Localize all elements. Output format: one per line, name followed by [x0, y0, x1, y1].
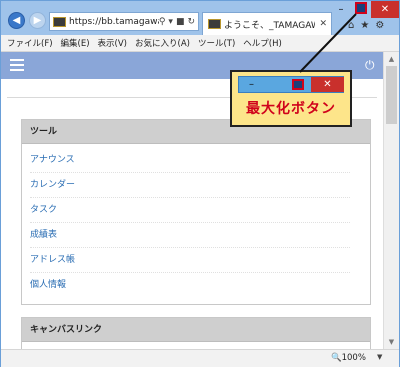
scroll-up-icon[interactable]: ▲	[384, 52, 399, 66]
link-personal-info[interactable]: 個人情報	[30, 280, 66, 290]
menu-bar: ファイル(F) 編集(E) 表示(V) お気に入り(A) ツール(T) ヘルプ(…	[1, 35, 399, 52]
scroll-down-icon[interactable]: ▼	[384, 335, 399, 349]
tools-link-list: アナウンス カレンダー タスク 成績表 アドレス帳 個人情報	[22, 144, 370, 298]
vertical-scrollbar[interactable]: ▲ ▼	[383, 52, 399, 349]
list-item: カレンダー	[30, 173, 350, 198]
minimize-button[interactable]: –	[331, 1, 351, 18]
list-item: アドレス帳	[30, 248, 350, 273]
forward-arrow-icon[interactable]: ▶	[29, 12, 46, 29]
zoom-value: 100%	[341, 353, 366, 363]
tab-favicon-icon	[208, 19, 221, 29]
list-item: アナウンス	[30, 148, 350, 173]
zoom-icon: 🔍	[331, 353, 342, 363]
scroll-thumb[interactable]	[386, 66, 397, 124]
status-bar: 🔍100% ▼	[1, 349, 399, 367]
gear-icon[interactable]: ⚙	[375, 20, 384, 31]
link-grades[interactable]: 成績表	[30, 230, 57, 240]
home-icon[interactable]: ⌂	[348, 20, 354, 31]
maximize-button[interactable]	[351, 1, 371, 18]
canvas-links-panel-title: キャンバスリンク	[22, 318, 370, 342]
callout-maximize-icon	[292, 79, 304, 90]
tab-close-icon[interactable]: ✕	[315, 19, 331, 29]
menu-edit[interactable]: 編集(E)	[61, 37, 90, 49]
browser-tab[interactable]: ようこそ、_TAMAGAWA T... ✕	[202, 12, 332, 35]
zoom-level[interactable]: 🔍100%	[331, 353, 366, 363]
link-calendar[interactable]: カレンダー	[30, 180, 75, 190]
tab-title: ようこそ、_TAMAGAWA T...	[224, 20, 316, 31]
callout-label: 最大化ボタン	[246, 101, 336, 117]
browser-window: ◀ ▶ https://bb.tamagawa.... ⚲ ▾ ■ ↻ ようこそ…	[0, 0, 400, 367]
lock-icon: ■	[175, 16, 185, 27]
link-announcements[interactable]: アナウンス	[30, 155, 75, 165]
menu-favorites[interactable]: お気に入り(A)	[135, 37, 190, 49]
refresh-icon[interactable]: ↻	[187, 17, 195, 27]
back-arrow-icon[interactable]: ◀	[8, 12, 25, 29]
power-icon[interactable]: ⏻	[365, 58, 375, 73]
callout-close-icon: ✕	[311, 77, 344, 92]
close-button[interactable]: ✕	[371, 1, 399, 18]
search-icon[interactable]: ⚲	[159, 17, 166, 27]
browser-titlebar: ◀ ▶ https://bb.tamagawa.... ⚲ ▾ ■ ↻ ようこそ…	[1, 1, 399, 35]
address-bar[interactable]: https://bb.tamagawa.... ⚲ ▾ ■ ↻	[49, 12, 199, 31]
link-address-book[interactable]: アドレス帳	[30, 255, 75, 265]
callout-window-controls: – ✕	[238, 76, 344, 93]
chevron-down-icon[interactable]: ▼	[377, 353, 382, 361]
menu-view[interactable]: 表示(V)	[98, 37, 127, 49]
maximize-icon	[355, 2, 367, 14]
list-item: 成績表	[30, 223, 350, 248]
list-item: 個人情報	[30, 273, 350, 298]
tools-panel: ツール アナウンス カレンダー タスク 成績表 アドレス帳 個人情報	[21, 119, 371, 305]
menu-tools[interactable]: ツール(T)	[198, 37, 235, 49]
menu-file[interactable]: ファイル(F)	[7, 37, 53, 49]
callout-maximize-button: – ✕ 最大化ボタン	[230, 70, 352, 127]
star-icon[interactable]: ★	[360, 20, 369, 31]
site-favicon-icon	[53, 16, 66, 27]
callout-minimize-icon: –	[249, 79, 254, 90]
hamburger-icon[interactable]	[10, 59, 24, 71]
address-url[interactable]: https://bb.tamagawa....	[69, 17, 159, 27]
chevron-down-icon[interactable]: ▾	[168, 17, 173, 27]
menu-help[interactable]: ヘルプ(H)	[243, 37, 282, 49]
link-tasks[interactable]: タスク	[30, 205, 57, 215]
list-item: タスク	[30, 198, 350, 223]
